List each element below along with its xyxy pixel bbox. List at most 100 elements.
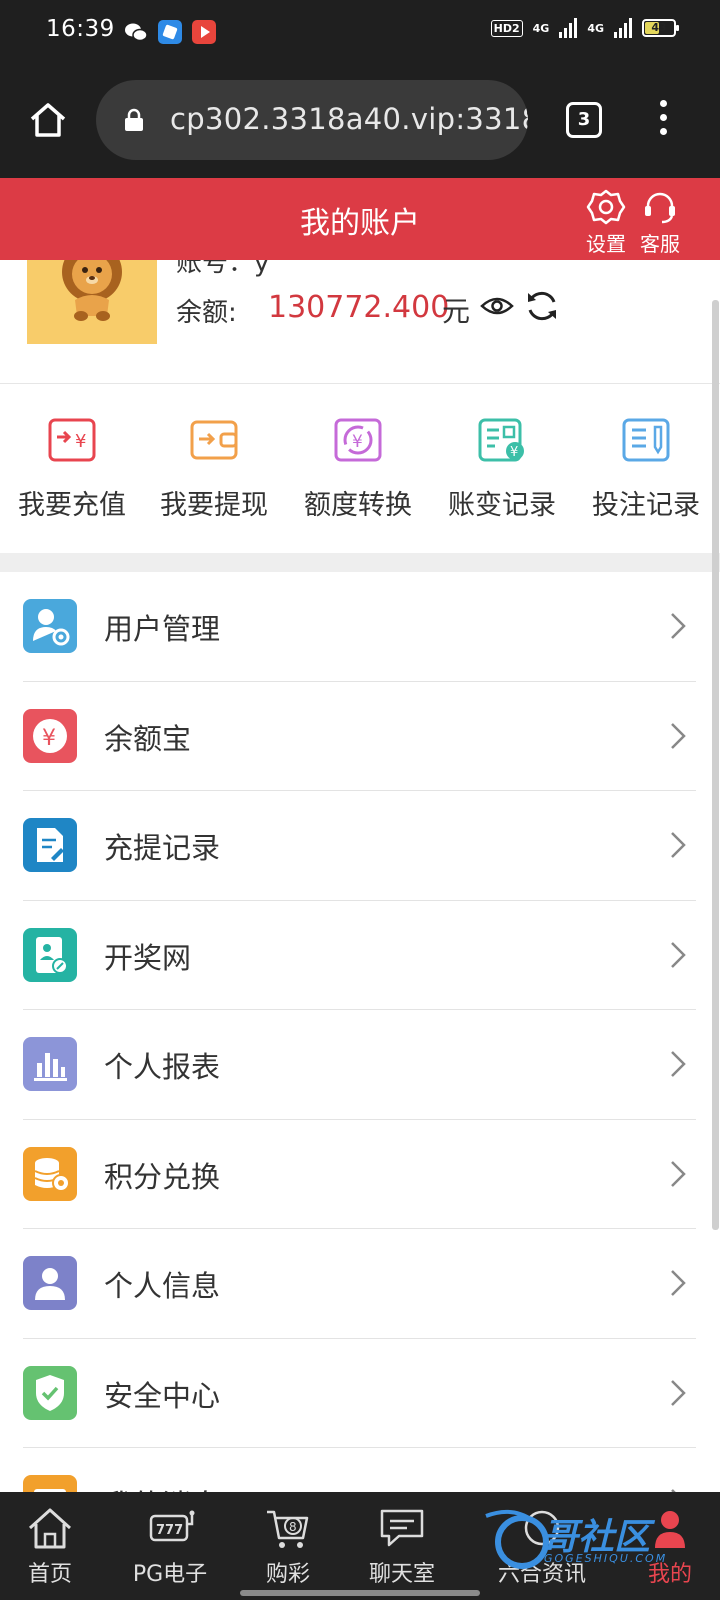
svg-text:777: 777 (156, 1523, 183, 1538)
menu-item-label: 开奖网 (104, 940, 192, 975)
url-bar[interactable]: cp302.3318a40.vip:3318 (96, 80, 528, 160)
quick-action-recharge[interactable]: ¥ 我要充值 (0, 417, 144, 522)
quick-actions: ¥ 我要充值 我要提现 ¥ 额度转换 ¥ 账变记录 投注记录 (0, 385, 720, 553)
customer-service-button[interactable]: 客服 (628, 188, 692, 257)
menu-list: 用户管理 ¥ 余额宝 充提记录 开奖网 个人报表 积分兑换 个人信息 安全中心 (0, 572, 720, 1558)
svg-text:8: 8 (289, 1520, 297, 1534)
quick-action-label: 我要提现 (160, 490, 268, 521)
chevron-right-icon (670, 1160, 686, 1192)
chat-icon (342, 1506, 462, 1550)
menu-item-yuebao[interactable]: ¥ 余额宝 (0, 682, 720, 792)
nav-label: PG电子 (132, 1562, 208, 1587)
menu-item-user-manage[interactable]: 用户管理 (0, 572, 720, 682)
network-label-2: 4G (587, 21, 604, 35)
deposit-record-icon (23, 818, 77, 872)
url-text: cp302.3318a40.vip:3318 (170, 102, 528, 136)
quick-action-label: 额度转换 (304, 490, 412, 521)
recharge-icon: ¥ (0, 417, 144, 463)
refresh-icon[interactable] (524, 288, 560, 328)
menu-item-label: 个人信息 (104, 1269, 221, 1303)
lion-avatar-icon (62, 260, 122, 321)
transfer-icon: ¥ (286, 417, 430, 463)
hd-badge: HD2 (490, 19, 523, 37)
nav-label: 聊天室 (368, 1562, 435, 1587)
bet-record-icon (574, 417, 718, 463)
account-card: 账号：y 余额: 130772.400 元 (0, 248, 720, 384)
lock-icon (124, 108, 144, 136)
balance-label: 余额: (176, 298, 237, 328)
wechat-icon (124, 20, 148, 44)
avatar[interactable] (27, 260, 157, 344)
quick-action-transfer[interactable]: ¥ 额度转换 (286, 417, 430, 522)
svg-text:¥: ¥ (75, 431, 86, 452)
home-indicator[interactable] (240, 1590, 480, 1596)
browser-menu-icon[interactable] (656, 100, 670, 140)
chevron-right-icon (670, 831, 686, 863)
menu-item-label: 充提记录 (104, 831, 221, 865)
signal-icon-2 (614, 18, 632, 38)
chevron-right-icon (670, 1050, 686, 1082)
quick-action-label: 投注记录 (592, 490, 700, 521)
browser-app-icon (158, 20, 182, 44)
status-time: 16:39 (46, 16, 115, 42)
chevron-right-icon (670, 1269, 686, 1301)
profile-icon (23, 1256, 77, 1310)
menu-item-report[interactable]: 个人报表 (0, 1010, 720, 1120)
app-header: 我的账户 设置 客服 (0, 178, 720, 260)
balance-value: 130772.400 (268, 290, 450, 325)
menu-item-label: 积分兑换 (104, 1159, 221, 1194)
svg-text:¥: ¥ (352, 432, 363, 452)
quick-action-account-change[interactable]: ¥ 账变记录 (430, 417, 574, 522)
home-icon (0, 1506, 110, 1550)
cart-icon: 8 (228, 1506, 348, 1550)
yuebao-icon: ¥ (23, 708, 77, 763)
nav-lottery[interactable]: 8 购彩 (228, 1506, 348, 1588)
watermark-logo: 哥社区 GOGESHIQU.COM (482, 1500, 702, 1580)
nav-pg[interactable]: 777 PG电子 (110, 1506, 230, 1588)
battery-level: 43 (651, 21, 667, 34)
status-bar: 16:39 HD2 4G 4G 43 (0, 0, 720, 64)
menu-item-lottery-result[interactable]: 开奖网 (0, 901, 720, 1011)
chevron-right-icon (670, 612, 686, 644)
nav-chat[interactable]: 聊天室 (342, 1506, 462, 1588)
nav-label: 首页 (27, 1562, 72, 1587)
report-icon (23, 1037, 77, 1091)
battery-icon: 43 (642, 19, 679, 37)
network-label-1: 4G (532, 21, 550, 35)
video-app-icon (192, 20, 216, 44)
quick-action-bet-record[interactable]: 投注记录 (574, 417, 718, 522)
menu-item-label: 个人报表 (104, 1050, 221, 1084)
menu-item-profile[interactable]: 个人信息 (0, 1229, 720, 1339)
signal-icon (559, 18, 578, 38)
quick-action-withdraw[interactable]: 我要提现 (142, 417, 286, 522)
section-divider (0, 553, 720, 572)
svg-text:¥: ¥ (510, 445, 518, 460)
nav-label: 购彩 (265, 1562, 310, 1587)
lottery-result-icon (23, 927, 77, 982)
eye-icon[interactable] (480, 294, 514, 322)
quick-action-label: 我要充值 (18, 490, 126, 521)
menu-item-label: 余额宝 (104, 721, 192, 756)
slot-icon: 777 (110, 1506, 230, 1550)
chevron-right-icon (670, 941, 686, 973)
chevron-right-icon (670, 722, 686, 754)
tab-switcher-button[interactable]: 3 (566, 102, 602, 138)
shield-icon (23, 1365, 77, 1420)
withdraw-icon (142, 417, 286, 463)
menu-item-deposit-record[interactable]: 充提记录 (0, 791, 720, 901)
browser-home-icon[interactable] (26, 98, 70, 142)
nav-home[interactable]: 首页 (0, 1506, 110, 1588)
watermark-subtext: GOGESHIQU.COM (544, 1552, 668, 1565)
quick-action-label: 账变记录 (448, 490, 556, 521)
service-label: 客服 (640, 232, 680, 256)
points-icon (23, 1146, 77, 1201)
menu-item-security[interactable]: 安全中心 (0, 1339, 720, 1449)
headset-icon (628, 188, 692, 226)
browser-toolbar: cp302.3318a40.vip:3318 3 (0, 64, 720, 178)
svg-text:¥: ¥ (42, 726, 56, 751)
menu-item-points[interactable]: 积分兑换 (0, 1120, 720, 1230)
scrollbar[interactable] (712, 300, 719, 1230)
account-change-icon: ¥ (430, 417, 574, 463)
settings-label: 设置 (586, 232, 626, 256)
balance-unit: 元 (442, 295, 471, 328)
